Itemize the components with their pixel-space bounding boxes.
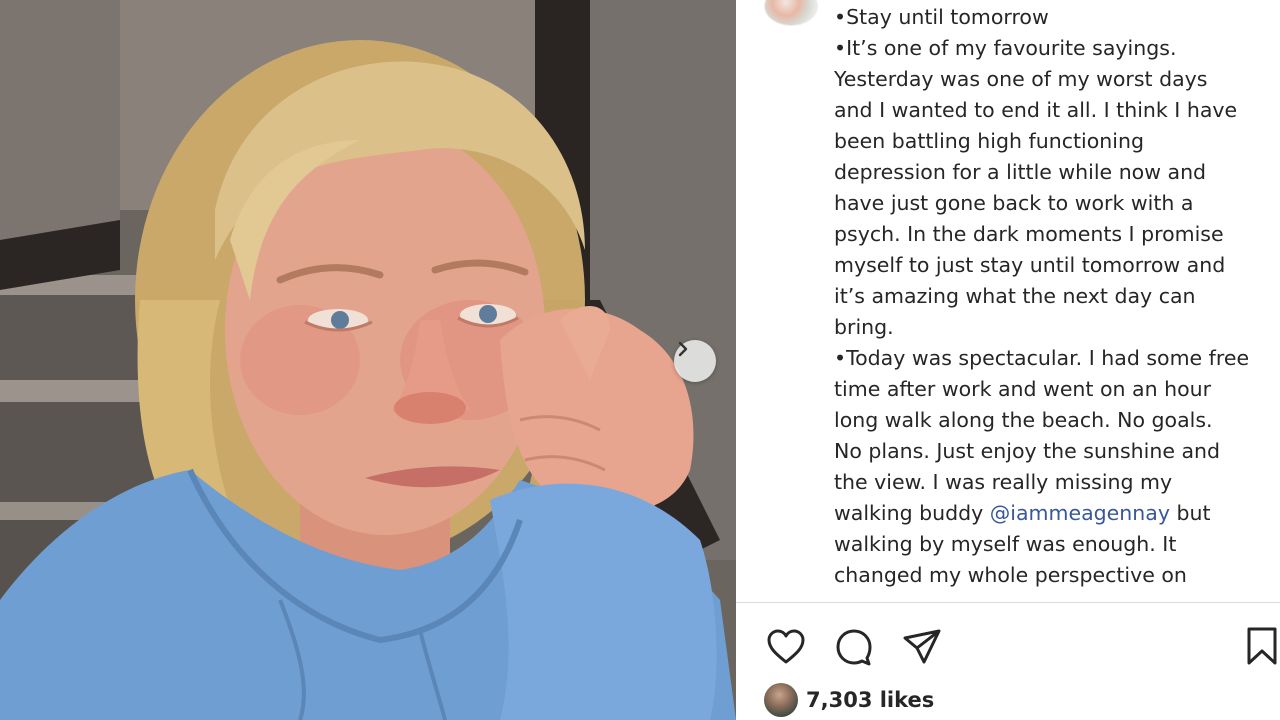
comment-button[interactable] xyxy=(832,629,876,669)
caption-line: it’s amazing what the next day can xyxy=(834,284,1196,308)
photo-illustration xyxy=(0,0,736,720)
author-avatar[interactable] xyxy=(764,0,818,26)
post-photo[interactable] xyxy=(0,0,736,720)
likes-count[interactable]: 7,303 likes xyxy=(806,688,934,712)
caption-panel: •Stay until tomorrow •It’s one of my fav… xyxy=(736,0,1280,602)
caption-line: •Today was spectacular. I had some free xyxy=(834,346,1250,370)
caption-line: psych. In the dark moments I promise xyxy=(834,222,1224,246)
caption-line: have just gone back to work with a xyxy=(834,191,1194,215)
caption-line: Yesterday was one of my worst days xyxy=(834,67,1208,91)
caption-line: been battling high functioning xyxy=(834,129,1144,153)
caption-line: •It’s one of my favourite sayings. xyxy=(834,36,1177,60)
caption-line: No plans. Just enjoy the sunshine and xyxy=(834,439,1221,463)
save-button[interactable] xyxy=(1244,627,1280,669)
liker-avatar xyxy=(764,683,798,717)
likes-row[interactable]: 7,303 likes xyxy=(764,683,934,717)
post-caption: •Stay until tomorrow •It’s one of my fav… xyxy=(834,2,1274,601)
mention-link[interactable]: @iammeagennay xyxy=(990,501,1170,525)
heart-icon xyxy=(766,628,806,670)
like-button[interactable] xyxy=(764,629,808,669)
caption-line: depression for a little while now and xyxy=(834,160,1207,184)
comment-icon xyxy=(834,627,874,671)
caption-text: walking buddy xyxy=(834,501,990,525)
caption-text: but xyxy=(1169,501,1211,525)
caption-line: changed my whole perspective on xyxy=(834,563,1187,587)
share-button[interactable] xyxy=(900,629,944,669)
caption-line: •Stay until tomorrow xyxy=(834,5,1049,29)
caption-line: myself to just stay until tomorrow and xyxy=(834,253,1226,277)
caption-line: and I wanted to end it all. I think I ha… xyxy=(834,98,1238,122)
caption-cutoff xyxy=(834,591,1274,601)
caption-line: the view. I was really missing my xyxy=(834,470,1173,494)
post-actions: 7,303 likes xyxy=(736,603,1280,720)
send-icon xyxy=(902,628,942,670)
caption-line: walking by myself was enough. It xyxy=(834,532,1177,556)
next-photo-button[interactable] xyxy=(674,340,716,382)
caption-line: long walk along the beach. No goals. xyxy=(834,408,1213,432)
bookmark-icon xyxy=(1246,626,1278,670)
caption-line: time after work and went on an hour xyxy=(834,377,1212,401)
caption-line-with-mention: walking buddy @iammeagennay but xyxy=(834,498,1274,529)
caption-line: bring. xyxy=(834,315,894,339)
